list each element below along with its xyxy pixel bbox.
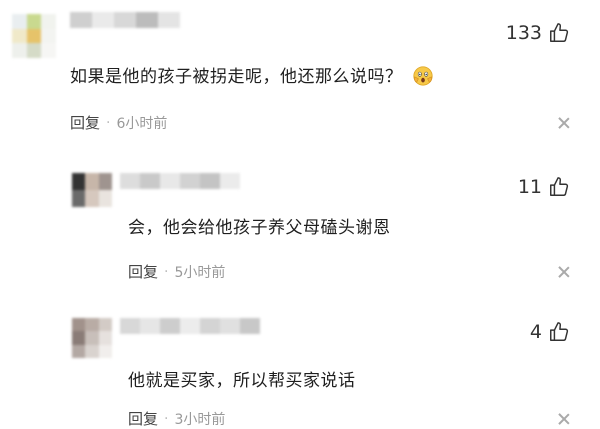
comment-text: 会，他会给他孩子养父母磕头谢恩 bbox=[128, 218, 391, 238]
close-icon[interactable] bbox=[558, 413, 570, 425]
comment-meta: 回复 · 6小时前 bbox=[70, 112, 167, 133]
like-button[interactable]: 4 bbox=[530, 321, 570, 343]
like-count: 133 bbox=[505, 22, 542, 44]
close-icon[interactable] bbox=[558, 266, 570, 278]
comment-meta: 回复 · 5小时前 bbox=[128, 261, 225, 282]
mosaic-tile bbox=[200, 173, 220, 189]
comment-meta: 回复 · 3小时前 bbox=[128, 408, 225, 429]
thumbs-up-icon bbox=[550, 322, 569, 341]
mosaic-tile bbox=[92, 12, 114, 28]
mosaic-tile bbox=[240, 318, 260, 334]
comment-item: 11 会，他会给他孩子养父母磕头谢恩 回复 · 5小时前 bbox=[0, 155, 600, 290]
mosaic-tile bbox=[98, 344, 112, 358]
username-blurred[interactable] bbox=[70, 12, 180, 28]
separator-dot: · bbox=[164, 410, 169, 427]
mosaic-tile bbox=[12, 43, 27, 58]
mosaic-tile bbox=[120, 318, 140, 334]
mosaic-tile bbox=[12, 28, 27, 44]
mosaic-tile bbox=[26, 28, 42, 44]
mosaic-tile bbox=[72, 173, 86, 190]
reply-button[interactable]: 回复 bbox=[128, 261, 158, 282]
mosaic-tile bbox=[41, 28, 56, 44]
mosaic-tile bbox=[220, 173, 240, 189]
like-count: 11 bbox=[517, 176, 542, 198]
username-blurred[interactable] bbox=[120, 173, 240, 189]
avatar[interactable] bbox=[72, 318, 112, 358]
mosaic-tile bbox=[180, 318, 200, 334]
reply-button[interactable]: 回复 bbox=[70, 112, 100, 133]
mosaic-tile bbox=[70, 12, 92, 28]
scared-face-emoji-icon bbox=[413, 66, 434, 86]
mosaic-tile bbox=[220, 318, 240, 334]
username-blurred[interactable] bbox=[120, 318, 260, 334]
mosaic-tile bbox=[41, 43, 56, 58]
mosaic-tile bbox=[136, 12, 158, 28]
mosaic-tile bbox=[85, 173, 99, 190]
mosaic-tile bbox=[180, 173, 200, 189]
mosaic-tile bbox=[120, 173, 140, 189]
comment-item: 133 如果是他的孩子被拐走呢，他还那么说吗？ 回复 · 6小时前 bbox=[0, 0, 600, 150]
avatar[interactable] bbox=[12, 14, 56, 58]
mosaic-tile bbox=[114, 12, 136, 28]
mosaic-tile bbox=[140, 173, 160, 189]
mosaic-tile bbox=[98, 331, 112, 345]
timestamp: 6小时前 bbox=[116, 115, 168, 132]
comment-body: 如果是他的孩子被拐走呢，他还那么说吗？ bbox=[70, 67, 403, 87]
mosaic-tile bbox=[85, 331, 99, 345]
mosaic-tile bbox=[98, 190, 112, 207]
comment-item: 4 他就是买家，所以帮买家说话 回复 · 3小时前 bbox=[0, 300, 600, 429]
comment-text: 他就是买家，所以帮买家说话 bbox=[128, 371, 356, 391]
like-count: 4 bbox=[529, 321, 542, 343]
thumbs-up-icon bbox=[550, 177, 569, 196]
like-button[interactable]: 133 bbox=[506, 22, 570, 44]
mosaic-tile bbox=[41, 14, 56, 29]
reply-button[interactable]: 回复 bbox=[128, 408, 158, 429]
mosaic-tile bbox=[140, 318, 160, 334]
avatar[interactable] bbox=[72, 173, 112, 207]
thumbs-up-icon bbox=[550, 23, 569, 42]
mosaic-tile bbox=[200, 318, 220, 334]
mosaic-tile bbox=[72, 318, 86, 332]
mosaic-tile bbox=[85, 190, 99, 207]
mosaic-tile bbox=[98, 173, 112, 190]
mosaic-tile bbox=[26, 43, 42, 58]
timestamp: 5小时前 bbox=[174, 264, 226, 281]
mosaic-tile bbox=[160, 318, 180, 334]
mosaic-tile bbox=[72, 344, 86, 358]
mosaic-tile bbox=[72, 331, 86, 345]
mosaic-tile bbox=[158, 12, 180, 28]
like-button[interactable]: 11 bbox=[518, 176, 570, 198]
mosaic-tile bbox=[72, 190, 86, 207]
mosaic-tile bbox=[26, 14, 42, 29]
mosaic-tile bbox=[85, 318, 99, 332]
timestamp: 3小时前 bbox=[174, 411, 226, 428]
comment-text: 如果是他的孩子被拐走呢，他还那么说吗？ bbox=[70, 62, 434, 87]
separator-dot: · bbox=[106, 114, 111, 131]
close-icon[interactable] bbox=[558, 117, 570, 129]
mosaic-tile bbox=[85, 344, 99, 358]
mosaic-tile bbox=[98, 318, 112, 332]
separator-dot: · bbox=[164, 263, 169, 280]
mosaic-tile bbox=[160, 173, 180, 189]
mosaic-tile bbox=[12, 14, 27, 29]
